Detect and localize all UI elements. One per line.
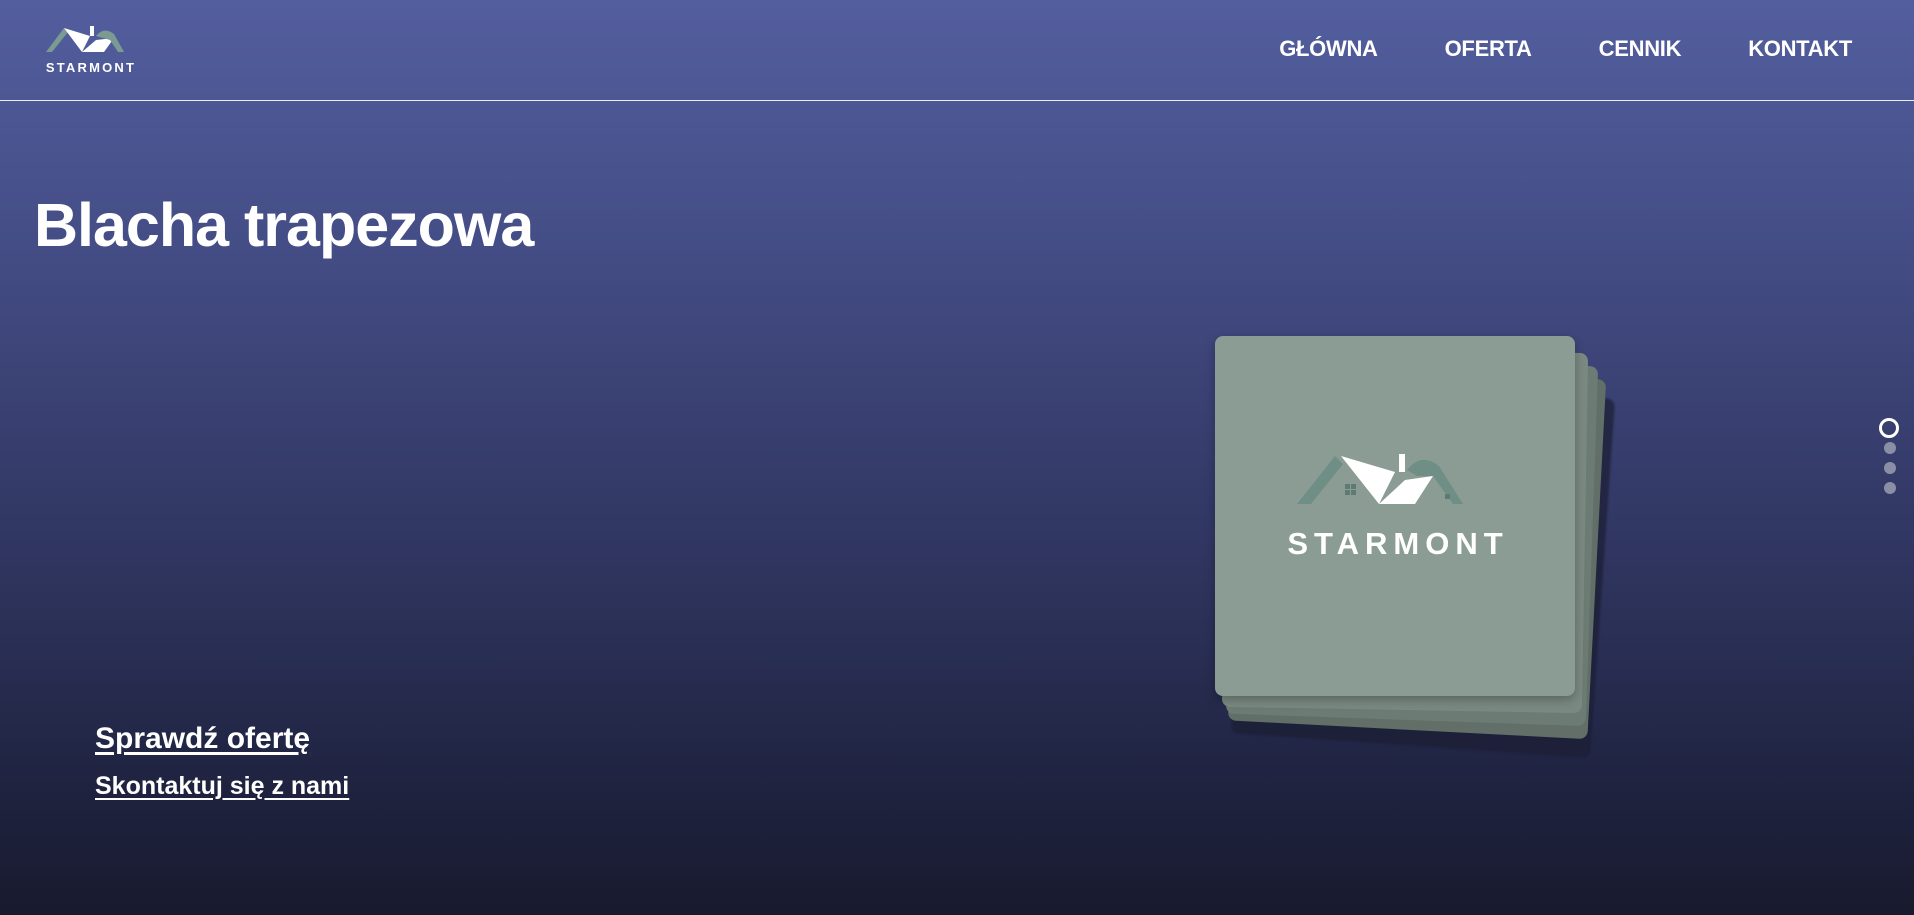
check-offer-link[interactable]: Sprawdź ofertę [95,722,310,756]
nav-item-kontakt[interactable]: KONTAKT [1748,36,1852,62]
pagination-dot-4[interactable] [1884,482,1896,494]
nav-item-cennik[interactable]: CENNIK [1599,36,1682,62]
card-brand-name: STARMONT [1287,526,1509,561]
pagination-dot-3[interactable] [1884,462,1896,474]
card-logo: STARMONT [1215,336,1575,696]
contact-us-link[interactable]: Skontaktuj się z nami [95,772,349,801]
nav-item-oferta[interactable]: OFERTA [1445,36,1532,62]
house-roof-logo-icon [46,26,124,52]
brand-logo[interactable]: STARMONT [36,22,146,78]
site-header: STARMONT GŁÓWNA OFERTA CENNIK KONTAKT [0,0,1914,101]
pagination-dot-2[interactable] [1884,442,1896,454]
house-roof-logo-icon [1297,454,1463,504]
main-nav: GŁÓWNA OFERTA CENNIK KONTAKT [1279,36,1852,62]
hero-title: Blacha trapezowa [34,191,534,259]
image-carousel[interactable]: STARMONT [1215,336,1645,759]
pagination-dot-1[interactable] [1879,418,1899,438]
nav-item-glowna[interactable]: GŁÓWNA [1279,36,1378,62]
brand-name: STARMONT [45,60,137,75]
active-card[interactable]: STARMONT [1215,336,1575,696]
